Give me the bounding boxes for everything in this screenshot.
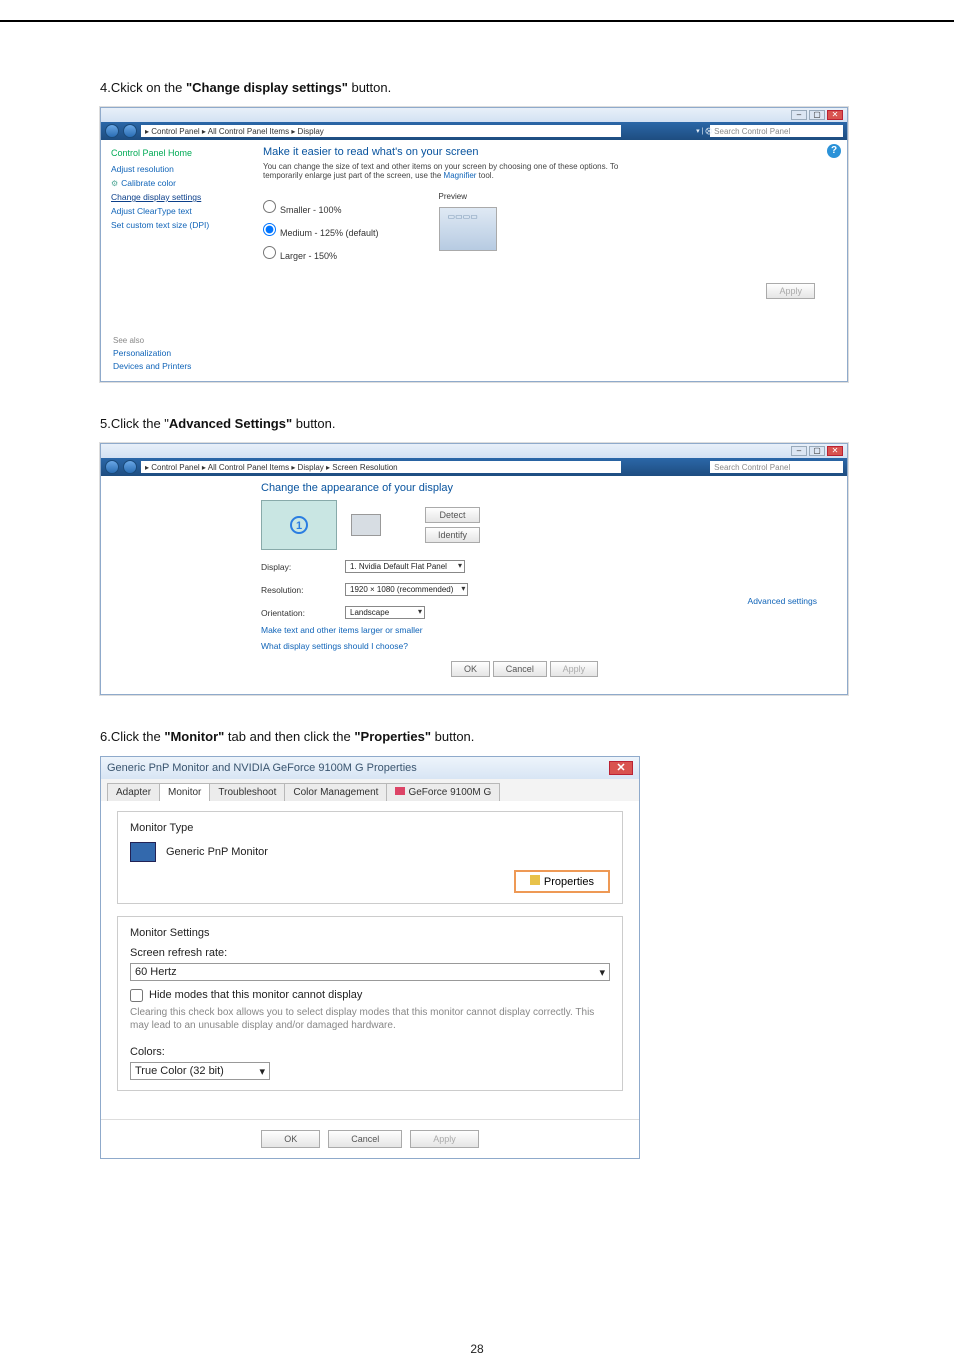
orientation-dropdown[interactable]: Landscape [345,606,425,619]
hide-modes-label: Hide modes that this monitor cannot disp… [149,989,362,1001]
monitor-preview-icon [439,207,497,251]
apply-button[interactable]: Apply [766,283,815,299]
forward-icon[interactable] [123,460,137,474]
cancel-button[interactable]: Cancel [493,661,547,677]
make-larger-link[interactable]: Make text and other items larger or smal… [261,625,847,635]
display-label: Display: [261,562,321,572]
radio-medium[interactable]: Medium - 125% (default) [263,223,379,238]
maximize-icon[interactable]: ▢ [809,110,825,120]
sidebar-item-resolution[interactable]: Adjust resolution [111,164,241,174]
page-number: 28 [0,1342,954,1356]
sidebar: Control Panel Home Adjust resolution Cal… [101,140,251,381]
monitor-name: Generic PnP Monitor [166,846,268,858]
monitor-1-icon[interactable]: 1 [261,500,337,550]
monitor-icon [130,842,156,862]
orientation-label: Orientation: [261,608,321,618]
dialog-title: Generic PnP Monitor and NVIDIA GeForce 9… [101,757,639,779]
address-bar: ▸ Control Panel ▸ All Control Panel Item… [101,122,847,140]
main-content: Make it easier to read what's on your sc… [251,140,847,381]
advanced-settings-link[interactable]: Advanced settings [748,596,817,606]
identify-button[interactable]: Identify [425,527,480,543]
monitor-type-group: Monitor Type Generic PnP Monitor Propert… [117,811,623,904]
hide-modes-checkbox[interactable] [130,989,143,1002]
resolution-label: Resolution: [261,585,321,595]
sidebar-item-change-display[interactable]: Change display settings [111,192,241,202]
monitor-properties-dialog: Generic PnP Monitor and NVIDIA GeForce 9… [100,756,640,1159]
sidebar-item-cleartype[interactable]: Adjust ClearType text [111,206,241,216]
maximize-icon[interactable]: ▢ [809,446,825,456]
close-icon[interactable]: ✕ [827,110,843,120]
colors-dropdown[interactable]: True Color (32 bit) [130,1062,270,1080]
main-description: You can change the size of text and othe… [263,162,623,180]
what-settings-link[interactable]: What display settings should I choose? [261,641,847,651]
breadcrumb[interactable]: ▸ Control Panel ▸ All Control Panel Item… [141,461,621,473]
ok-button[interactable]: OK [261,1130,320,1148]
cancel-button[interactable]: Cancel [328,1130,402,1148]
window-chrome: – ▢ ✕ [101,108,847,122]
size-radios: Smaller - 100% Medium - 125% (default) L… [263,192,379,269]
display-window: – ▢ ✕ ▸ Control Panel ▸ All Control Pane… [100,107,848,382]
sidebar-home[interactable]: Control Panel Home [111,148,241,158]
tab-color-management[interactable]: Color Management [284,783,387,801]
detect-button[interactable]: Detect [425,507,480,523]
refresh-dropdown[interactable]: 60 Hertz [130,963,610,981]
back-icon[interactable] [105,124,119,138]
tab-monitor[interactable]: Monitor [159,783,210,801]
tab-geforce[interactable]: GeForce 9100M G [386,783,500,801]
shield-icon [530,875,540,885]
colors-label: Colors: [130,1046,610,1058]
help-icon[interactable]: ? [827,144,841,158]
dialog-footer: OK Cancel Apply [101,1119,639,1158]
address-bar: ▸ Control Panel ▸ All Control Panel Item… [101,458,847,476]
hide-modes-note: Clearing this check box allows you to se… [130,1006,610,1032]
step5-text: 5.Click the "Advanced Settings" button. [100,416,854,431]
minimize-icon[interactable]: – [791,446,807,456]
monitor-settings-group: Monitor Settings Screen refresh rate: 60… [117,916,623,1091]
monitor-2-icon[interactable] [351,514,381,536]
apply-button[interactable]: Apply [550,661,599,677]
preview-area: Preview [439,192,497,269]
sidebar-item-calibrate[interactable]: Calibrate color [111,178,241,188]
nvidia-icon [395,787,405,795]
magnifier-link[interactable]: Magnifier [444,171,477,180]
properties-button[interactable]: Properties [514,870,610,893]
radio-smaller[interactable]: Smaller - 100% [263,200,379,215]
breadcrumb[interactable]: ▸ Control Panel ▸ All Control Panel Item… [141,125,621,137]
main-heading: Make it easier to read what's on your sc… [263,146,835,158]
close-icon[interactable]: ✕ [827,446,843,456]
tab-bar: Adapter Monitor Troubleshoot Color Manag… [101,779,639,801]
display-dropdown[interactable]: 1. Nvidia Default Flat Panel [345,560,465,573]
tab-adapter[interactable]: Adapter [107,783,160,801]
monitor-1-badge: 1 [290,516,308,534]
minimize-icon[interactable]: – [791,110,807,120]
refresh-label: Screen refresh rate: [130,947,610,959]
ok-button[interactable]: OK [451,661,490,677]
heading: Change the appearance of your display [261,482,847,494]
step6-text: 6.Click the "Monitor" tab and then click… [100,729,854,744]
forward-icon[interactable] [123,124,137,138]
window-chrome: – ▢ ✕ [101,444,847,458]
search-input[interactable]: ▾ | ⨂ Search Control Panel [710,125,843,137]
see-also: See also Personalization Devices and Pri… [113,336,191,371]
radio-larger[interactable]: Larger - 150% [263,246,379,261]
sidebar-item-dpi[interactable]: Set custom text size (DPI) [111,220,241,230]
screen-resolution-window: – ▢ ✕ ▸ Control Panel ▸ All Control Pane… [100,443,848,695]
resolution-dropdown[interactable]: 1920 × 1080 (recommended) [345,583,468,596]
see-also-devices[interactable]: Devices and Printers [113,361,191,371]
apply-button[interactable]: Apply [410,1130,479,1148]
step4-text: 4.Ckick on the "Change display settings"… [100,80,854,95]
search-input[interactable]: Search Control Panel [710,461,843,473]
back-icon[interactable] [105,460,119,474]
tab-troubleshoot[interactable]: Troubleshoot [209,783,285,801]
close-icon[interactable]: ✕ [609,761,633,775]
see-also-personalization[interactable]: Personalization [113,348,191,358]
